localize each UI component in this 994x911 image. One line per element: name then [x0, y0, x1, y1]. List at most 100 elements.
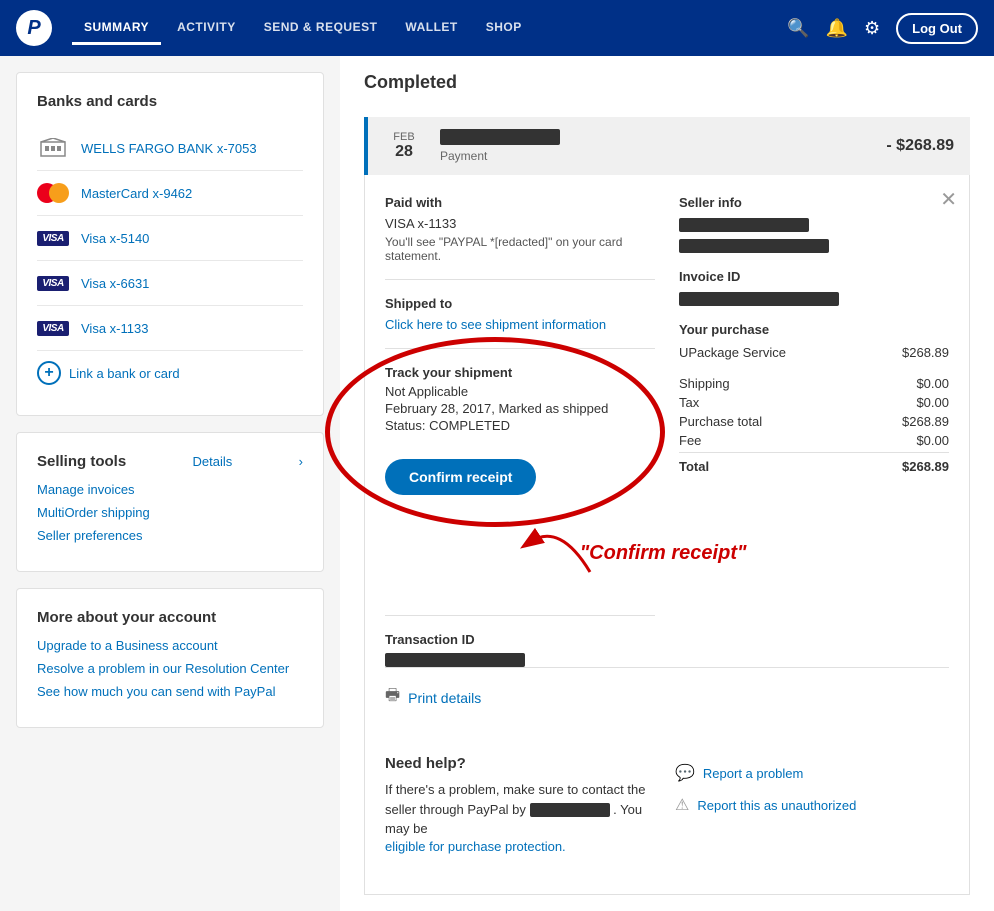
logout-button[interactable]: Log Out	[896, 13, 978, 44]
purchase-item-3-value: $268.89	[902, 414, 949, 429]
paid-with-label: Paid with	[385, 195, 655, 210]
report-unauthorized-link[interactable]: ⚠ Report this as unauthorized	[675, 795, 949, 815]
purchase-row-total: Total $268.89	[679, 452, 949, 474]
your-purchase-title: Your purchase	[679, 322, 949, 337]
link-card-label: Link a bank or card	[69, 366, 180, 381]
banks-title: Banks and cards	[37, 93, 303, 110]
shipment-info-link[interactable]: Click here to see shipment information	[385, 317, 606, 332]
visa-icon-6631: VISA	[37, 271, 69, 295]
track-not-applicable: Not Applicable	[385, 384, 655, 399]
help-links: 💬 Report a problem ⚠ Report this as unau…	[675, 763, 949, 854]
close-button[interactable]: ✕	[940, 187, 957, 212]
main-content: Completed FEB 28 Payment - $268.89 ✕ Pai…	[340, 56, 994, 911]
purchase-row-4: Fee $0.00	[679, 433, 949, 448]
more-title: More about your account	[37, 609, 303, 626]
nav-links: SUMMARY ACTIVITY SEND & REQUEST WALLET S…	[72, 12, 787, 45]
navbar: P SUMMARY ACTIVITY SEND & REQUEST WALLET…	[0, 0, 994, 56]
invoice-id-redacted	[679, 292, 839, 306]
manage-invoices-link[interactable]: Manage invoices	[37, 482, 303, 497]
purchase-row-3: Purchase total $268.89	[679, 414, 949, 429]
selling-details-link[interactable]: Details	[193, 454, 233, 469]
bank-name-visa-5140[interactable]: Visa x-5140	[81, 231, 149, 246]
purchase-row-0: UPackage Service $268.89	[679, 345, 949, 360]
confirm-receipt-button[interactable]: Confirm receipt	[385, 459, 536, 495]
bank-building-icon	[37, 136, 69, 160]
purchase-item-1-value: $0.00	[916, 376, 949, 391]
bank-name-mastercard[interactable]: MasterCard x-9462	[81, 186, 192, 201]
sidebar: Banks and cards WELLS FARGO BANK x-7053	[0, 56, 340, 911]
help-title: Need help?	[385, 755, 659, 772]
date-day: 28	[384, 143, 424, 161]
report-unauthorized-label: Report this as unauthorized	[697, 798, 856, 813]
purchase-section: Your purchase UPackage Service $268.89 S…	[679, 322, 949, 474]
seller-address-redacted	[679, 239, 829, 253]
transaction-bar: FEB 28 Payment - $268.89	[364, 117, 970, 175]
seller-preferences-link[interactable]: Seller preferences	[37, 528, 303, 543]
multiorder-shipping-link[interactable]: MultiOrder shipping	[37, 505, 303, 520]
help-grid: Need help? If there's a problem, make su…	[385, 755, 949, 854]
main-layout: Banks and cards WELLS FARGO BANK x-7053	[0, 56, 994, 911]
resolve-problem-link[interactable]: Resolve a problem in our Resolution Cent…	[37, 661, 303, 676]
purchase-total-value: $268.89	[902, 459, 949, 474]
bank-name-visa-6631[interactable]: Visa x-6631	[81, 276, 149, 291]
settings-icon[interactable]: ⚙	[864, 18, 880, 39]
purchase-protection-link[interactable]: eligible for purchase protection.	[385, 839, 566, 854]
bank-item-visa-5140: VISA Visa x-5140	[37, 216, 303, 261]
bank-name-wells-fargo[interactable]: WELLS FARGO BANK x-7053	[81, 141, 257, 156]
plus-icon: +	[37, 361, 61, 385]
selling-header: Selling tools Details ›	[37, 453, 303, 470]
transaction-name-redacted	[440, 129, 560, 145]
chevron-right-icon: ›	[299, 454, 303, 469]
send-limit-link[interactable]: See how much you can send with PayPal	[37, 684, 303, 699]
transaction-id-label: Transaction ID	[385, 632, 655, 647]
transaction-type: Payment	[440, 149, 870, 163]
detail-panel: ✕ Paid with VISA x-1133 You'll see "PAYP…	[364, 175, 970, 895]
seller-name-redacted	[679, 218, 809, 232]
paypal-logo: P	[16, 10, 52, 46]
transaction-id-redacted	[385, 653, 525, 667]
transaction-id-section: Transaction ID	[385, 632, 655, 667]
bank-name-visa-1133[interactable]: Visa x-1133	[81, 321, 148, 336]
search-icon[interactable]: 🔍	[787, 18, 809, 39]
help-left: Need help? If there's a problem, make su…	[385, 755, 659, 854]
invoice-id-label: Invoice ID	[679, 269, 949, 284]
nav-wallet[interactable]: WALLET	[393, 12, 469, 45]
print-details-link[interactable]: Print details	[408, 690, 481, 706]
help-redacted	[530, 803, 610, 817]
report-problem-link[interactable]: 💬 Report a problem	[675, 763, 949, 783]
paid-with-value: VISA x-1133	[385, 216, 655, 231]
date-month: FEB	[384, 131, 424, 143]
purchase-item-0-value: $268.89	[902, 345, 949, 360]
purchase-item-4-value: $0.00	[916, 433, 949, 448]
help-text: If there's a problem, make sure to conta…	[385, 780, 659, 839]
logo-text: P	[27, 17, 40, 40]
shipped-to-label: Shipped to	[385, 296, 655, 311]
notifications-icon[interactable]: 🔔	[826, 18, 848, 39]
banks-section: Banks and cards WELLS FARGO BANK x-7053	[16, 72, 324, 416]
nav-activity[interactable]: ACTIVITY	[165, 12, 248, 45]
nav-send-request[interactable]: SEND & REQUEST	[252, 12, 390, 45]
transaction-info: Payment	[440, 129, 870, 163]
help-section: Need help? If there's a problem, make su…	[385, 727, 949, 874]
seller-info-label: Seller info	[679, 195, 949, 210]
track-section: Track your shipment Not Applicable Febru…	[385, 365, 655, 495]
track-status: Status: COMPLETED	[385, 418, 655, 433]
bank-item-mastercard: MasterCard x-9462	[37, 171, 303, 216]
chat-icon: 💬	[675, 763, 695, 783]
selling-section: Selling tools Details › Manage invoices …	[16, 432, 324, 572]
upgrade-business-link[interactable]: Upgrade to a Business account	[37, 638, 303, 653]
right-col: Seller info Invoice ID Your purchase	[679, 195, 949, 667]
purchase-item-4-label: Fee	[679, 433, 701, 448]
red-arrow-icon	[520, 512, 600, 582]
purchase-item-2-label: Tax	[679, 395, 699, 410]
link-bank-card-button[interactable]: + Link a bank or card	[37, 351, 180, 395]
purchase-item-1-label: Shipping	[679, 376, 730, 391]
nav-summary[interactable]: SUMMARY	[72, 12, 161, 45]
purchase-total-label: Total	[679, 459, 709, 474]
warning-icon: ⚠	[675, 795, 689, 815]
nav-shop[interactable]: SHOP	[474, 12, 534, 45]
transaction-amount: - $268.89	[886, 137, 954, 155]
print-section: 🖶 Print details	[385, 667, 949, 727]
selling-title: Selling tools	[37, 453, 126, 470]
report-problem-label: Report a problem	[703, 766, 803, 781]
